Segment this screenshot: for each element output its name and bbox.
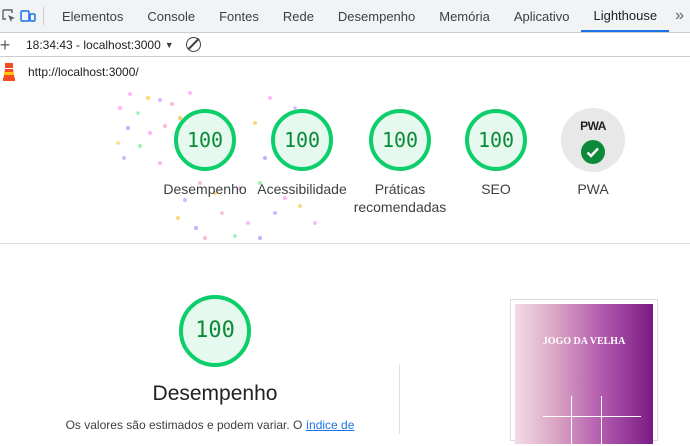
tab-lighthouse[interactable]: Lighthouse [581,0,670,32]
score-ring: 100 [173,108,237,172]
tab-application[interactable]: Aplicativo [502,0,582,32]
report-url[interactable]: http://localhost:3000/ [28,65,139,79]
device-toolbar-icon[interactable] [19,0,38,32]
grid-line [571,396,572,446]
gauge-label: PWA [577,181,609,197]
screenshot-image: JOGO DA VELHA [515,304,653,446]
score-value: 100 [195,318,235,343]
score-value: 100 [381,128,419,152]
grid-line [601,396,602,446]
tab-sources[interactable]: Fontes [207,0,271,32]
gauge-label: SEO [481,181,511,197]
gauge-performance[interactable]: 100 Desempenho [155,108,255,198]
tab-performance[interactable]: Desempenho [326,0,427,32]
gauge-label: Desempenho [163,181,247,197]
performance-gauge: 100 [178,294,252,368]
estimate-note: Os valores são estimados e podem variar.… [30,418,390,432]
final-screenshot[interactable]: JOGO DA VELHA [510,299,658,446]
score-ring: 100 [464,108,528,172]
new-report-icon[interactable]: + [0,36,12,54]
clear-icon[interactable] [185,37,201,52]
pwa-badge-text: PWA [580,119,606,133]
category-gauges: 100 Desempenho 100 Acessibilidade 100 Pr… [0,88,690,244]
score-ring: 100 [270,108,334,172]
report-selector-label: 18:34:43 - localhost:3000 [26,37,161,52]
divider [43,7,44,25]
gauge-accessibility[interactable]: 100 Acessibilidade [252,108,352,198]
lighthouse-toolbar: + 18:34:43 - localhost:3000 ▼ [0,33,690,57]
devtools-tab-bar: Elementos Console Fontes Rede Desempenho… [0,0,690,33]
score-ring: 100 [178,294,252,368]
tab-memory[interactable]: Memória [427,0,502,32]
inspect-element-icon[interactable] [0,0,19,32]
gauge-label: Acessibilidade [257,181,347,197]
tab-network[interactable]: Rede [271,0,326,32]
section-title: Desempenho [152,382,278,405]
gauge-best-practices[interactable]: 100 Práticas recomendadas [350,108,450,216]
check-icon [581,140,605,164]
score-value: 100 [186,128,224,152]
report-url-bar: http://localhost:3000/ [0,57,690,87]
pwa-badge: PWA [561,108,625,172]
score-ring: 100 [368,108,432,172]
performance-section: 100 Desempenho Os valores são estimados … [0,244,690,446]
screenshot-title: JOGO DA VELHA [542,336,626,347]
grid-line [543,416,641,417]
score-index-link[interactable]: índice de [306,418,355,432]
gauge-label: Práticas recomendadas [353,181,447,215]
gauge-seo[interactable]: 100 SEO [446,108,546,198]
estimate-note-text: Os valores são estimados e podem variar.… [65,418,306,432]
report-selector[interactable]: 18:34:43 - localhost:3000 ▼ [26,38,174,52]
gauge-pwa[interactable]: PWA PWA [543,108,643,198]
caret-down-icon: ▼ [164,39,174,50]
divider [399,364,400,434]
score-value: 100 [477,128,515,152]
lighthouse-logo-icon [3,63,15,81]
tab-console[interactable]: Console [135,0,207,32]
more-tabs-icon[interactable]: » [669,0,690,32]
tab-elements[interactable]: Elementos [50,0,135,32]
score-value: 100 [283,128,321,152]
